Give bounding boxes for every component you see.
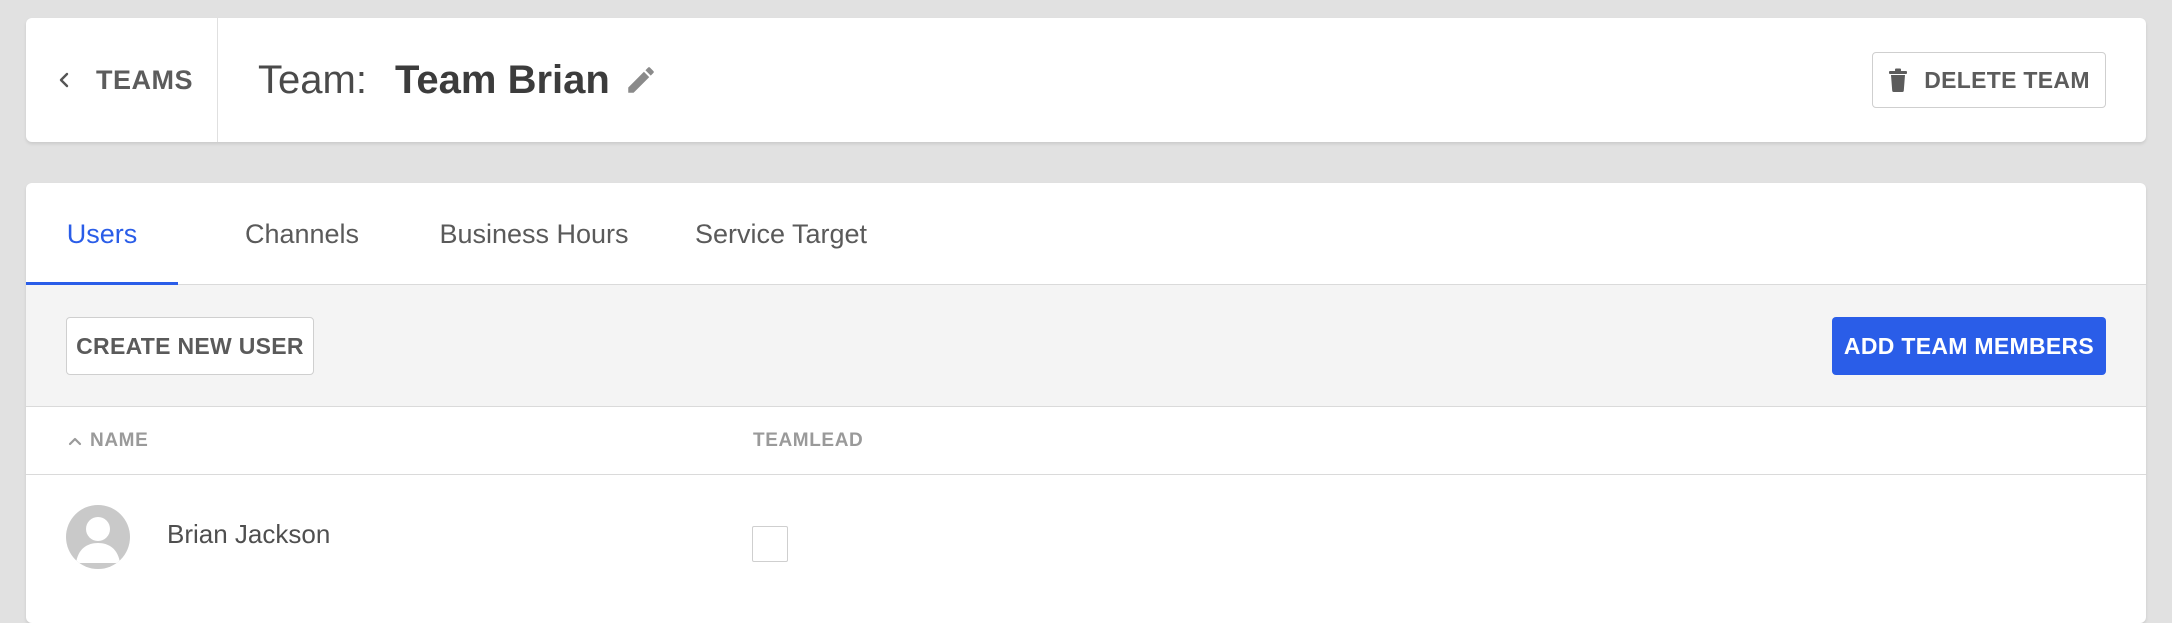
pencil-icon[interactable] xyxy=(624,63,658,97)
table-row[interactable]: Brian Jackson xyxy=(26,475,2146,595)
column-header-teamlead[interactable]: TEAMLEAD xyxy=(753,407,863,475)
tab-service-target[interactable]: Service Target xyxy=(670,183,892,285)
team-title-prefix: Team: xyxy=(258,57,367,102)
teamlead-checkbox[interactable] xyxy=(752,526,788,562)
tab-channels[interactable]: Channels xyxy=(204,183,400,285)
add-team-members-button[interactable]: ADD TEAM MEMBERS xyxy=(1832,317,2106,375)
team-details-panel: Users Channels Business Hours Service Ta… xyxy=(26,183,2146,623)
back-link-label: TEAMS xyxy=(96,64,193,95)
user-avatar-icon xyxy=(66,505,130,569)
tab-users[interactable]: Users xyxy=(26,183,178,286)
team-name: Team Brian xyxy=(394,57,610,102)
tab-business-hours[interactable]: Business Hours xyxy=(424,183,644,285)
delete-team-label: DELETE TEAM xyxy=(1924,66,2090,93)
team-header: TEAMS Team: Team Brian DELETE TEAM xyxy=(26,18,2146,142)
chevron-up-icon xyxy=(68,437,82,446)
page-title: Team: Team Brian xyxy=(258,18,658,142)
users-toolbar: CREATE NEW USER ADD TEAM MEMBERS xyxy=(26,285,2146,407)
delete-team-button[interactable]: DELETE TEAM xyxy=(1872,52,2106,108)
tab-bar: Users Channels Business Hours Service Ta… xyxy=(26,183,2146,286)
column-header-teamlead-label: TEAMLEAD xyxy=(753,430,864,451)
column-header-name-label: NAME xyxy=(90,430,149,451)
user-name[interactable]: Brian Jackson xyxy=(167,519,330,550)
table-header: NAME TEAMLEAD xyxy=(26,407,2146,475)
column-header-name[interactable]: NAME xyxy=(68,407,148,475)
create-new-user-button[interactable]: CREATE NEW USER xyxy=(66,317,314,375)
trash-icon xyxy=(1889,68,1908,92)
chevron-left-icon xyxy=(59,72,69,88)
back-to-teams-link[interactable]: TEAMS xyxy=(26,18,218,142)
